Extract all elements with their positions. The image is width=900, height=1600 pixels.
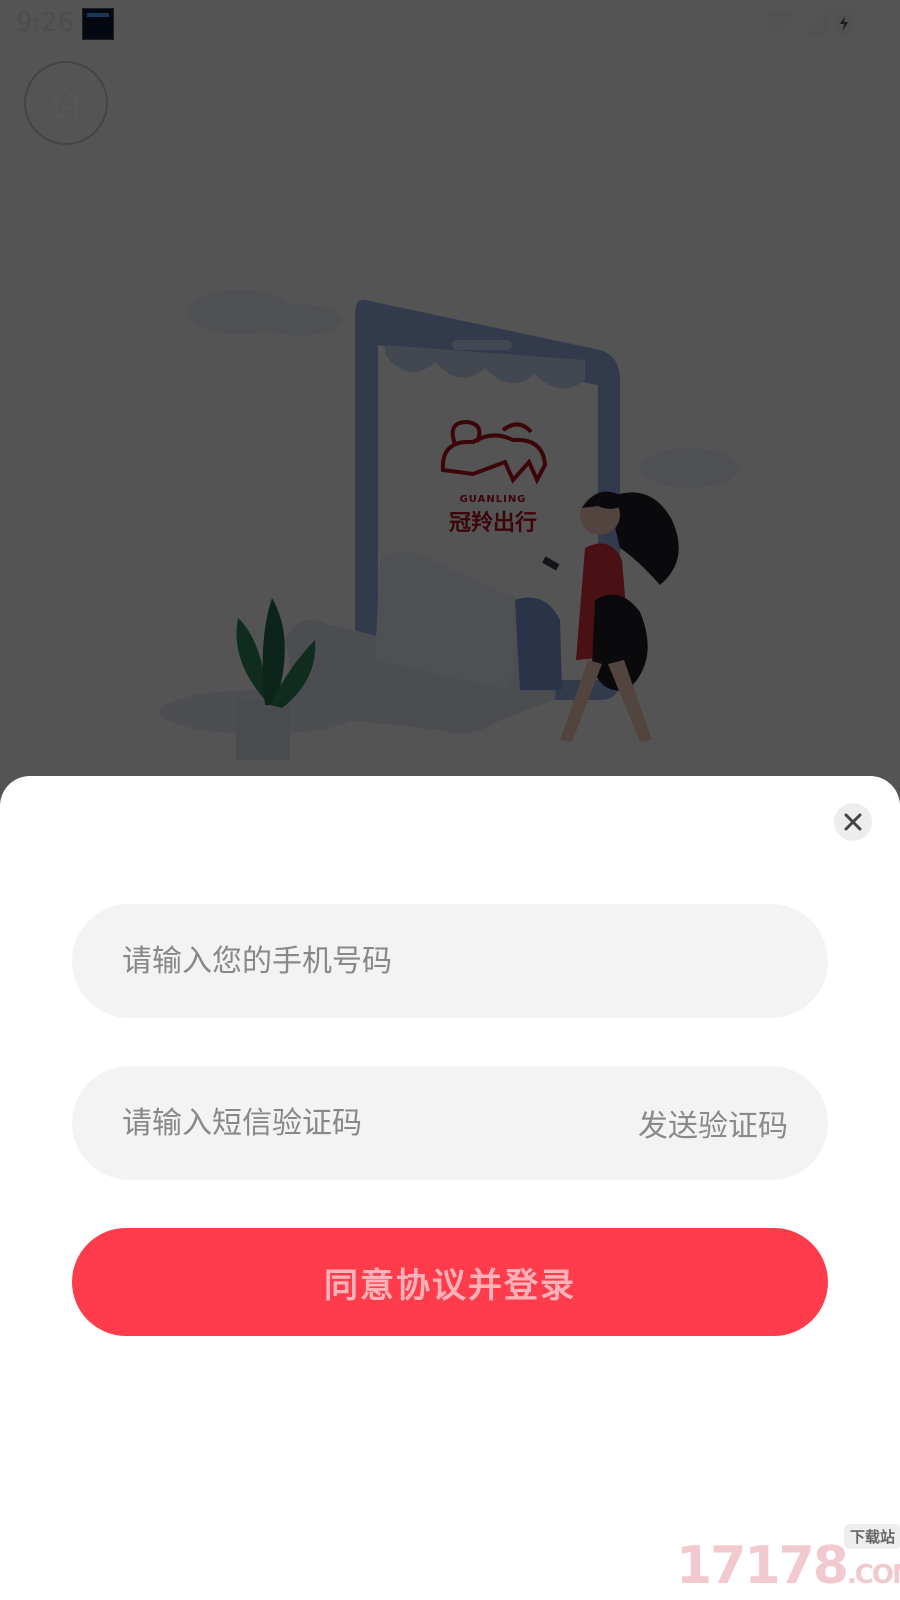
signal-icon (802, 9, 828, 35)
brand-english: GUANLING (459, 494, 527, 505)
watermark-suffix: .COM (846, 1560, 900, 1590)
home-icon (51, 87, 81, 119)
phone-input[interactable] (120, 942, 780, 980)
status-icons (764, 8, 852, 36)
background-illustration: GUANLING 冠羚出行 (0, 0, 900, 800)
send-code-button[interactable]: 发送验证码 (638, 1101, 788, 1145)
notification-icon (82, 8, 114, 40)
battery-icon (836, 8, 852, 36)
ram-logo-icon (440, 419, 548, 485)
sms-code-input[interactable] (120, 1104, 626, 1142)
watermark-badge: 下载站 (844, 1524, 900, 1549)
close-button[interactable] (834, 803, 872, 841)
shopping-illustration (160, 290, 740, 760)
brand-tagline: 冠羚出行 (448, 511, 537, 536)
login-sheet (0, 776, 900, 1600)
status-bar: 9:26 (0, 0, 900, 48)
site-watermark: 17178.COM 下载站 (676, 1524, 900, 1596)
home-button[interactable] (24, 61, 108, 145)
sms-code-field[interactable]: 发送验证码 (72, 1066, 828, 1180)
wifi-icon (764, 11, 794, 35)
watermark-text: 17178 (676, 1536, 849, 1596)
brand-logo: GUANLING 冠羚出行 (428, 410, 558, 537)
status-time: 9:26 (16, 8, 75, 38)
close-icon (844, 813, 862, 831)
agree-and-login-button[interactable]: 同意协议并登录 (72, 1228, 828, 1336)
phone-field[interactable] (72, 904, 828, 1018)
